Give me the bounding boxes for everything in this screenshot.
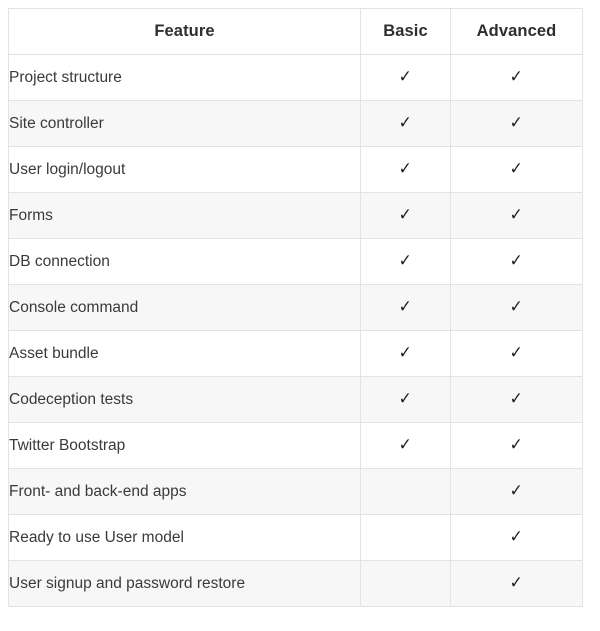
check-icon: ✓	[509, 434, 524, 455]
feature-name-cell: Codeception tests	[8, 376, 361, 423]
check-icon: ✓	[398, 158, 413, 179]
check-icon: ✓	[398, 296, 413, 317]
table-body: Project structure ✓ ✓ Site controller ✓ ✓ User…	[8, 54, 583, 607]
advanced-availability-cell: ✓	[450, 560, 583, 607]
column-header-advanced: Advanced	[450, 8, 583, 55]
check-icon: ✓	[509, 158, 524, 179]
basic-availability-cell: ✓	[360, 422, 451, 469]
advanced-availability-cell: ✓	[450, 238, 583, 285]
feature-name-cell: Site controller	[8, 100, 361, 147]
feature-name-cell: Front- and back-end apps	[8, 468, 361, 515]
table-row: DB connection ✓ ✓	[8, 238, 583, 285]
check-icon: ✓	[509, 342, 524, 363]
feature-name-cell: Console command	[8, 284, 361, 331]
feature-name-cell: Twitter Bootstrap	[8, 422, 361, 469]
check-icon: ✓	[509, 388, 524, 409]
advanced-availability-cell: ✓	[450, 376, 583, 423]
basic-availability-cell: ✓	[360, 376, 451, 423]
table-row: Site controller ✓ ✓	[8, 100, 583, 147]
basic-availability-cell: ✓	[360, 54, 451, 101]
feature-name-cell: DB connection	[8, 238, 361, 285]
check-icon: ✓	[509, 250, 524, 271]
check-icon: ✓	[398, 204, 413, 225]
table-header: Feature Basic Advanced	[8, 8, 583, 55]
table-row: Twitter Bootstrap ✓ ✓	[8, 422, 583, 469]
check-icon: ✓	[398, 250, 413, 271]
basic-availability-cell	[360, 468, 451, 515]
column-header-basic: Basic	[360, 8, 451, 55]
feature-name-cell: User signup and password restore	[8, 560, 361, 607]
check-icon: ✓	[509, 66, 524, 87]
feature-comparison-table: Feature Basic Advanced Project structure…	[8, 8, 583, 607]
check-icon: ✓	[509, 112, 524, 133]
check-icon: ✓	[509, 572, 524, 593]
advanced-availability-cell: ✓	[450, 330, 583, 377]
table-row: Front- and back-end apps ✓	[8, 468, 583, 515]
check-icon: ✓	[509, 480, 524, 501]
advanced-availability-cell: ✓	[450, 146, 583, 193]
check-icon: ✓	[398, 342, 413, 363]
feature-name-cell: Project structure	[8, 54, 361, 101]
basic-availability-cell: ✓	[360, 284, 451, 331]
table-row: User signup and password restore ✓	[8, 560, 583, 607]
basic-availability-cell	[360, 514, 451, 561]
check-icon: ✓	[398, 66, 413, 87]
table-row: Forms ✓ ✓	[8, 192, 583, 239]
advanced-availability-cell: ✓	[450, 468, 583, 515]
advanced-availability-cell: ✓	[450, 422, 583, 469]
check-icon: ✓	[398, 434, 413, 455]
table-row: Ready to use User model ✓	[8, 514, 583, 561]
advanced-availability-cell: ✓	[450, 192, 583, 239]
feature-comparison-table-container: Feature Basic Advanced Project structure…	[8, 8, 583, 607]
check-icon: ✓	[398, 388, 413, 409]
basic-availability-cell: ✓	[360, 146, 451, 193]
feature-name-cell: Ready to use User model	[8, 514, 361, 561]
check-icon: ✓	[509, 526, 524, 547]
table-row: Asset bundle ✓ ✓	[8, 330, 583, 377]
table-row: Project structure ✓ ✓	[8, 54, 583, 101]
empty-cell-marker	[405, 541, 406, 542]
feature-name-cell: Forms	[8, 192, 361, 239]
table-header-row: Feature Basic Advanced	[8, 8, 583, 55]
basic-availability-cell: ✓	[360, 330, 451, 377]
advanced-availability-cell: ✓	[450, 54, 583, 101]
empty-cell-marker	[405, 587, 406, 588]
check-icon: ✓	[509, 296, 524, 317]
basic-availability-cell: ✓	[360, 100, 451, 147]
basic-availability-cell	[360, 560, 451, 607]
table-row: Codeception tests ✓ ✓	[8, 376, 583, 423]
advanced-availability-cell: ✓	[450, 514, 583, 561]
feature-name-cell: User login/logout	[8, 146, 361, 193]
table-row: User login/logout ✓ ✓	[8, 146, 583, 193]
empty-cell-marker	[405, 495, 406, 496]
table-row: Console command ✓ ✓	[8, 284, 583, 331]
advanced-availability-cell: ✓	[450, 100, 583, 147]
column-header-feature: Feature	[8, 8, 361, 55]
check-icon: ✓	[398, 112, 413, 133]
check-icon: ✓	[509, 204, 524, 225]
advanced-availability-cell: ✓	[450, 284, 583, 331]
basic-availability-cell: ✓	[360, 238, 451, 285]
feature-name-cell: Asset bundle	[8, 330, 361, 377]
basic-availability-cell: ✓	[360, 192, 451, 239]
